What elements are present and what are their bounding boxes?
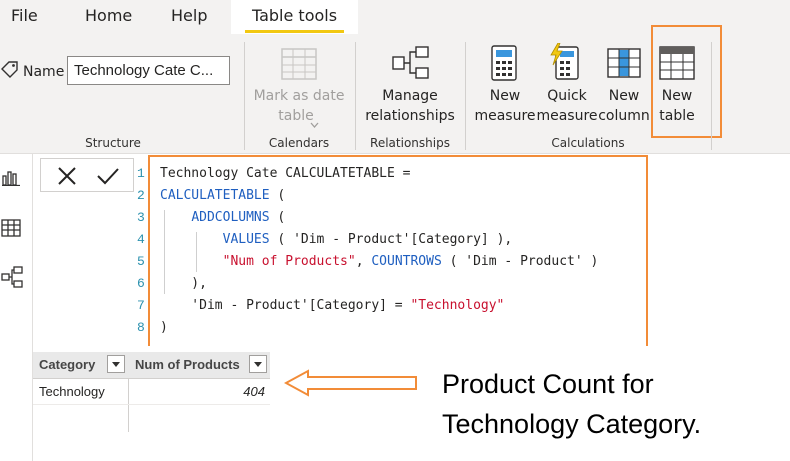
quick-measure-label-1: Quick [547, 88, 587, 104]
quick-measure-label-2: measure [536, 108, 598, 124]
commit-check-icon[interactable] [96, 167, 120, 189]
cell-num-of-products[interactable]: 404 [129, 380, 265, 404]
menu-home[interactable]: Home [85, 6, 132, 25]
calendar-table-icon [281, 48, 317, 84]
calculator-icon [491, 45, 517, 85]
filter-dropdown-icon[interactable] [107, 355, 125, 373]
menu-help[interactable]: Help [171, 6, 207, 25]
ribbon-divider [711, 42, 712, 150]
calculations-group-label: Calculations [551, 136, 625, 150]
menu-table-tools-label: Table tools [251, 6, 338, 25]
column-header-num-of-products[interactable]: Num of Products [129, 352, 270, 378]
formula-highlight [148, 155, 648, 348]
new-column-button[interactable]: New column [598, 42, 650, 134]
left-arrow-icon [283, 369, 418, 401]
row-divider [33, 404, 270, 405]
report-view-icon[interactable] [2, 170, 20, 190]
annotation-line-2: Technology Category. [442, 409, 702, 439]
structure-group-label: Structure [85, 136, 141, 150]
line-number: 1 [137, 166, 145, 181]
mark-as-date-label-2: table [278, 108, 314, 124]
line-number: 5 [137, 254, 145, 269]
active-tab-underline [245, 30, 344, 33]
line-number: 6 [137, 276, 145, 291]
column-header-label: Category [39, 357, 96, 372]
row-divider [33, 378, 270, 379]
table-name-field[interactable]: Technology Cate C... [67, 56, 230, 85]
manage-label-1: Manage [382, 88, 438, 104]
menu-table-tools[interactable]: Table tools [231, 0, 358, 34]
cancel-icon[interactable] [57, 166, 77, 190]
chevron-down-icon [310, 113, 319, 132]
relationships-group-label: Relationships [370, 136, 450, 150]
column-header-category[interactable]: Category [33, 352, 129, 378]
quick-measure-icon [549, 42, 581, 85]
line-number: 4 [137, 232, 145, 247]
annotation-line-1: Product Count for [442, 369, 654, 399]
name-label: Name [23, 64, 65, 80]
relationships-icon [392, 46, 430, 84]
menu-file[interactable]: File [11, 6, 38, 25]
line-number: 3 [137, 210, 145, 225]
line-number: 2 [137, 188, 145, 203]
new-measure-label-2: measure [474, 108, 536, 124]
new-column-label-1: New [608, 88, 640, 104]
ribbon: Name Technology Cate C... Structure Mark… [0, 25, 790, 154]
manage-label-2: relationships [365, 108, 455, 124]
line-number: 8 [137, 320, 145, 335]
ribbon-divider [355, 42, 356, 150]
tag-icon [0, 61, 20, 83]
filter-dropdown-icon[interactable] [249, 355, 267, 373]
column-header-label: Num of Products [135, 357, 240, 372]
model-view-icon[interactable] [1, 266, 23, 292]
new-measure-label-1: New [489, 88, 521, 104]
manage-relationships-button[interactable]: Manage relationships [362, 42, 458, 134]
formula-commit-controls [40, 158, 134, 192]
mark-as-date-label-1: Mark as date [253, 88, 345, 104]
new-column-label-2: column [598, 108, 650, 124]
view-rail [0, 154, 33, 461]
quick-measure-button[interactable]: Quick measure [536, 42, 598, 134]
mark-as-date-table-button[interactable]: Mark as date table [244, 42, 354, 134]
cell-category[interactable]: Technology [39, 380, 127, 404]
new-measure-button[interactable]: New measure [474, 42, 536, 134]
data-view-icon[interactable] [1, 219, 21, 241]
ribbon-divider [465, 42, 466, 150]
line-number: 7 [137, 298, 145, 313]
new-column-icon [607, 48, 641, 82]
calendars-group-label: Calendars [268, 136, 330, 150]
